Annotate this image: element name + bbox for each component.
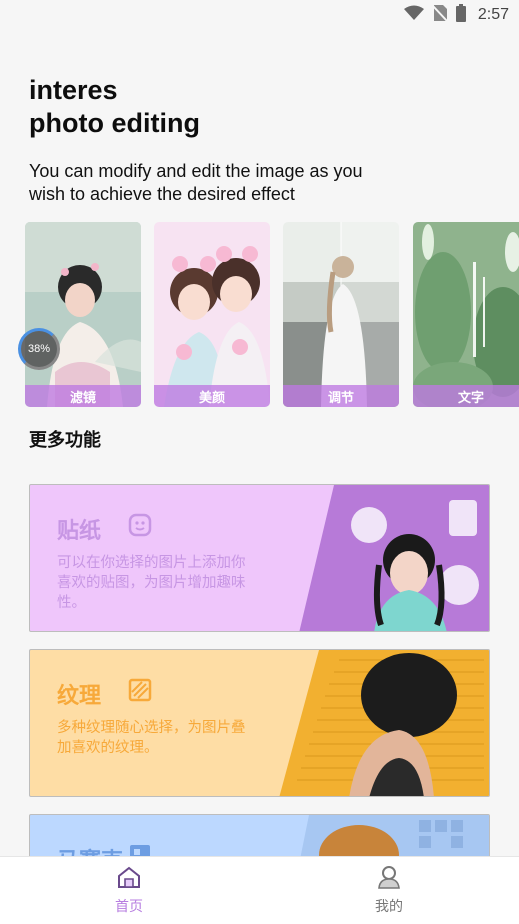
feature-card-filter[interactable]: 滤镜 bbox=[25, 222, 141, 407]
no-sim-icon bbox=[432, 4, 448, 27]
nav-home[interactable]: 首页 bbox=[89, 865, 169, 916]
title-line-1: interes bbox=[29, 75, 118, 105]
texture-art bbox=[279, 650, 489, 796]
status-bar: 2:57 bbox=[0, 0, 519, 30]
page-title: interes photo editing bbox=[29, 74, 200, 140]
nav-mine-label: 我的 bbox=[375, 899, 403, 915]
page-subtitle: You can modify and edit the image as you… bbox=[29, 161, 363, 204]
promo-desc-sticker: 可以在你选择的图片上添加你喜欢的贴图，为图片增加趣味性。 bbox=[57, 555, 246, 611]
feature-label-beauty: 美颜 bbox=[154, 385, 270, 407]
profile-icon bbox=[376, 866, 402, 893]
battery-icon bbox=[455, 3, 466, 27]
feature-label-text: 文字 bbox=[413, 385, 519, 407]
wifi-icon bbox=[403, 5, 424, 26]
sticker-art bbox=[299, 485, 489, 631]
feature-card-beauty[interactable]: 美颜 bbox=[154, 222, 270, 407]
section-title-more: 更多功能 bbox=[29, 430, 101, 451]
text-photo bbox=[413, 222, 519, 407]
promo-card-sticker[interactable]: 贴纸 可以在你选择的图片上添加你喜欢的贴图，为图片增加趣味性。 bbox=[29, 484, 490, 632]
nav-home-label: 首页 bbox=[115, 899, 143, 915]
feature-carousel[interactable]: 滤镜 美颜 调节 文字 bbox=[25, 222, 519, 408]
feature-card-text[interactable]: 文字 bbox=[413, 222, 519, 407]
feature-card-adjust[interactable]: 调节 bbox=[283, 222, 399, 407]
promo-card-texture[interactable]: 纹理 多种纹理随心选择，为图片叠加喜欢的纹理。 bbox=[29, 649, 490, 797]
feature-label-filter: 滤镜 bbox=[25, 385, 141, 407]
home-icon bbox=[116, 866, 142, 893]
promo-title-sticker: 贴纸 bbox=[57, 519, 102, 544]
texture-icon bbox=[128, 678, 152, 707]
nav-mine[interactable]: 我的 bbox=[349, 865, 429, 916]
promo-desc-texture: 多种纹理随心选择，为图片叠加喜欢的纹理。 bbox=[57, 720, 246, 756]
promo-title-texture: 纹理 bbox=[57, 684, 102, 709]
beauty-photo bbox=[154, 222, 270, 407]
status-time: 2:57 bbox=[477, 6, 509, 23]
sticker-icon bbox=[128, 513, 152, 542]
progress-indicator: 38% bbox=[18, 328, 60, 370]
adjust-photo bbox=[283, 222, 399, 407]
title-line-2: photo editing bbox=[29, 108, 200, 138]
progress-text: 38% bbox=[27, 343, 51, 355]
feature-label-adjust: 调节 bbox=[283, 385, 399, 407]
bottom-nav: 首页 我的 bbox=[0, 856, 519, 924]
filter-photo bbox=[25, 222, 141, 407]
